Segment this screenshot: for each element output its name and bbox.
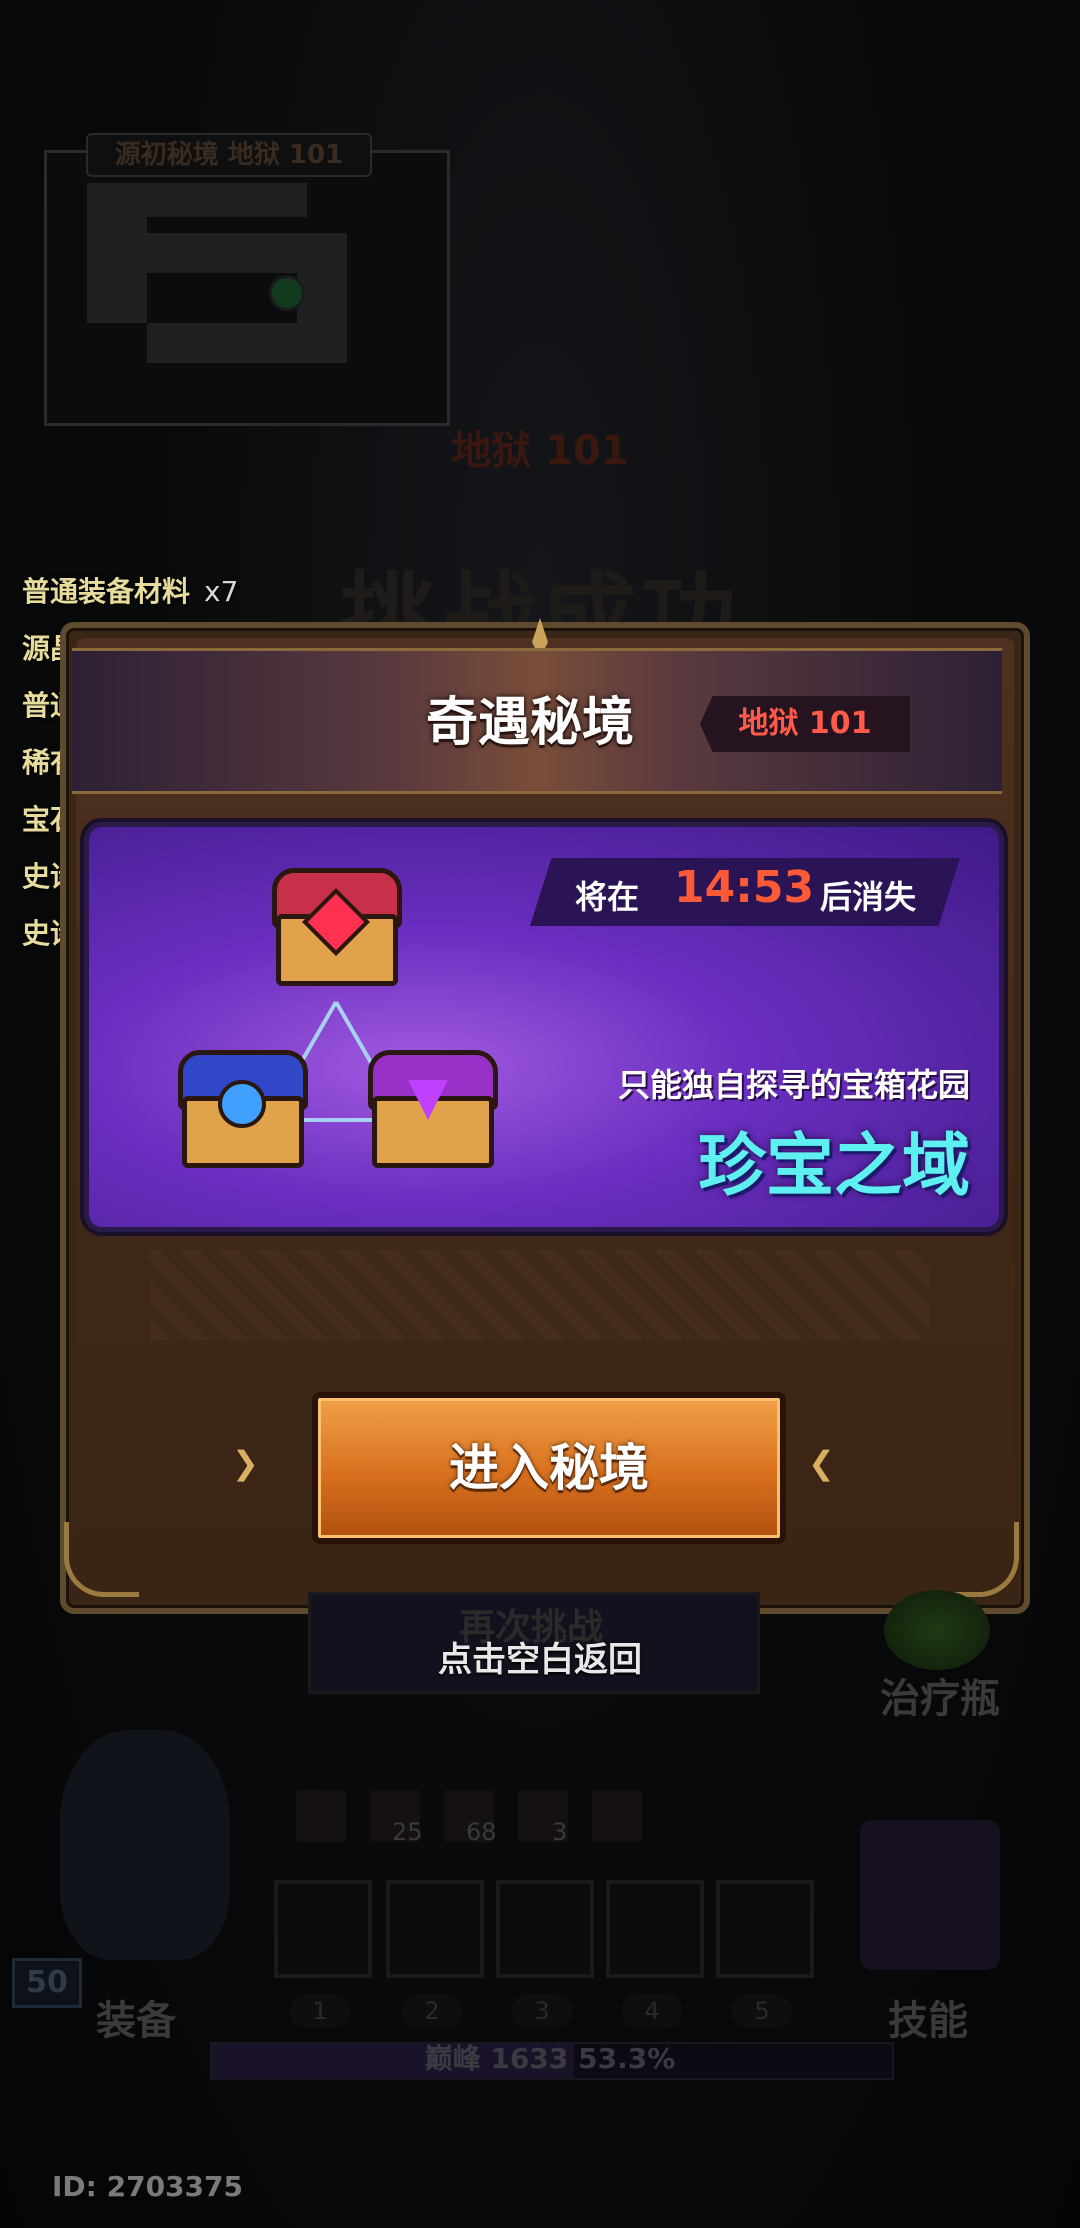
timer-suffix: 后消失 <box>820 878 917 916</box>
skill-slot <box>274 1880 372 1978</box>
event-subtitle: 只能独自探寻的宝箱花园 <box>617 1066 970 1104</box>
slot-number: 5 <box>732 1994 792 2028</box>
arrow-right-icon: ❯ <box>232 1444 259 1482</box>
stage-level: 地狱 101 <box>451 428 629 474</box>
skill-slot <box>716 1880 814 1978</box>
level-tag: 地狱 101 <box>700 696 910 752</box>
xp-text: 巅峰 1633 53.3% <box>424 2042 676 2075</box>
slot-number: 2 <box>402 1994 462 2028</box>
red-chest-icon <box>272 868 402 986</box>
buff-count: 25 <box>392 1818 423 1846</box>
dialog-title: 奇遇秘境 <box>425 693 634 753</box>
player-position-marker <box>269 275 305 311</box>
timer-prefix: 将在 <box>575 878 640 916</box>
purple-chest-icon <box>368 1050 498 1168</box>
corner-ornament-icon <box>64 1522 139 1597</box>
minimap-title: 源初秘境 地狱 101 <box>86 133 372 177</box>
decorative-pattern <box>150 1250 930 1340</box>
slot-number: 3 <box>512 1994 572 2028</box>
slot-number: 4 <box>622 1994 682 2028</box>
skill-book-icon <box>860 1820 1000 1970</box>
slot-number: 1 <box>290 1994 350 2028</box>
skill-label: 技能 <box>888 1998 968 2044</box>
enter-realm-button[interactable]: 进入秘境 <box>312 1392 786 1544</box>
blue-chest-icon <box>178 1050 308 1168</box>
minimap[interactable] <box>44 150 450 426</box>
arrow-left-icon: ❮ <box>808 1444 835 1482</box>
timer-value: 14:53 <box>674 862 815 913</box>
event-name: 珍宝之域 <box>697 1127 970 1206</box>
heal-potion-icon <box>884 1590 990 1670</box>
buff-icon <box>296 1790 346 1842</box>
equipment-label: 装备 <box>96 1998 176 2044</box>
heal-potion-label: 治疗瓶 <box>880 1676 1000 1722</box>
skill-slot <box>496 1880 594 1978</box>
loot-item: 普通装备材料x7 <box>22 575 239 608</box>
skill-slot <box>386 1880 484 1978</box>
buff-count: 3 <box>552 1818 568 1846</box>
player-id: ID: 2703375 <box>52 2170 243 2203</box>
buff-icon <box>592 1790 642 1842</box>
player-level-badge: 50 <box>12 1958 82 2008</box>
equipment-avatar <box>60 1730 230 1960</box>
skill-slot <box>606 1880 704 1978</box>
buff-count: 68 <box>466 1818 497 1846</box>
